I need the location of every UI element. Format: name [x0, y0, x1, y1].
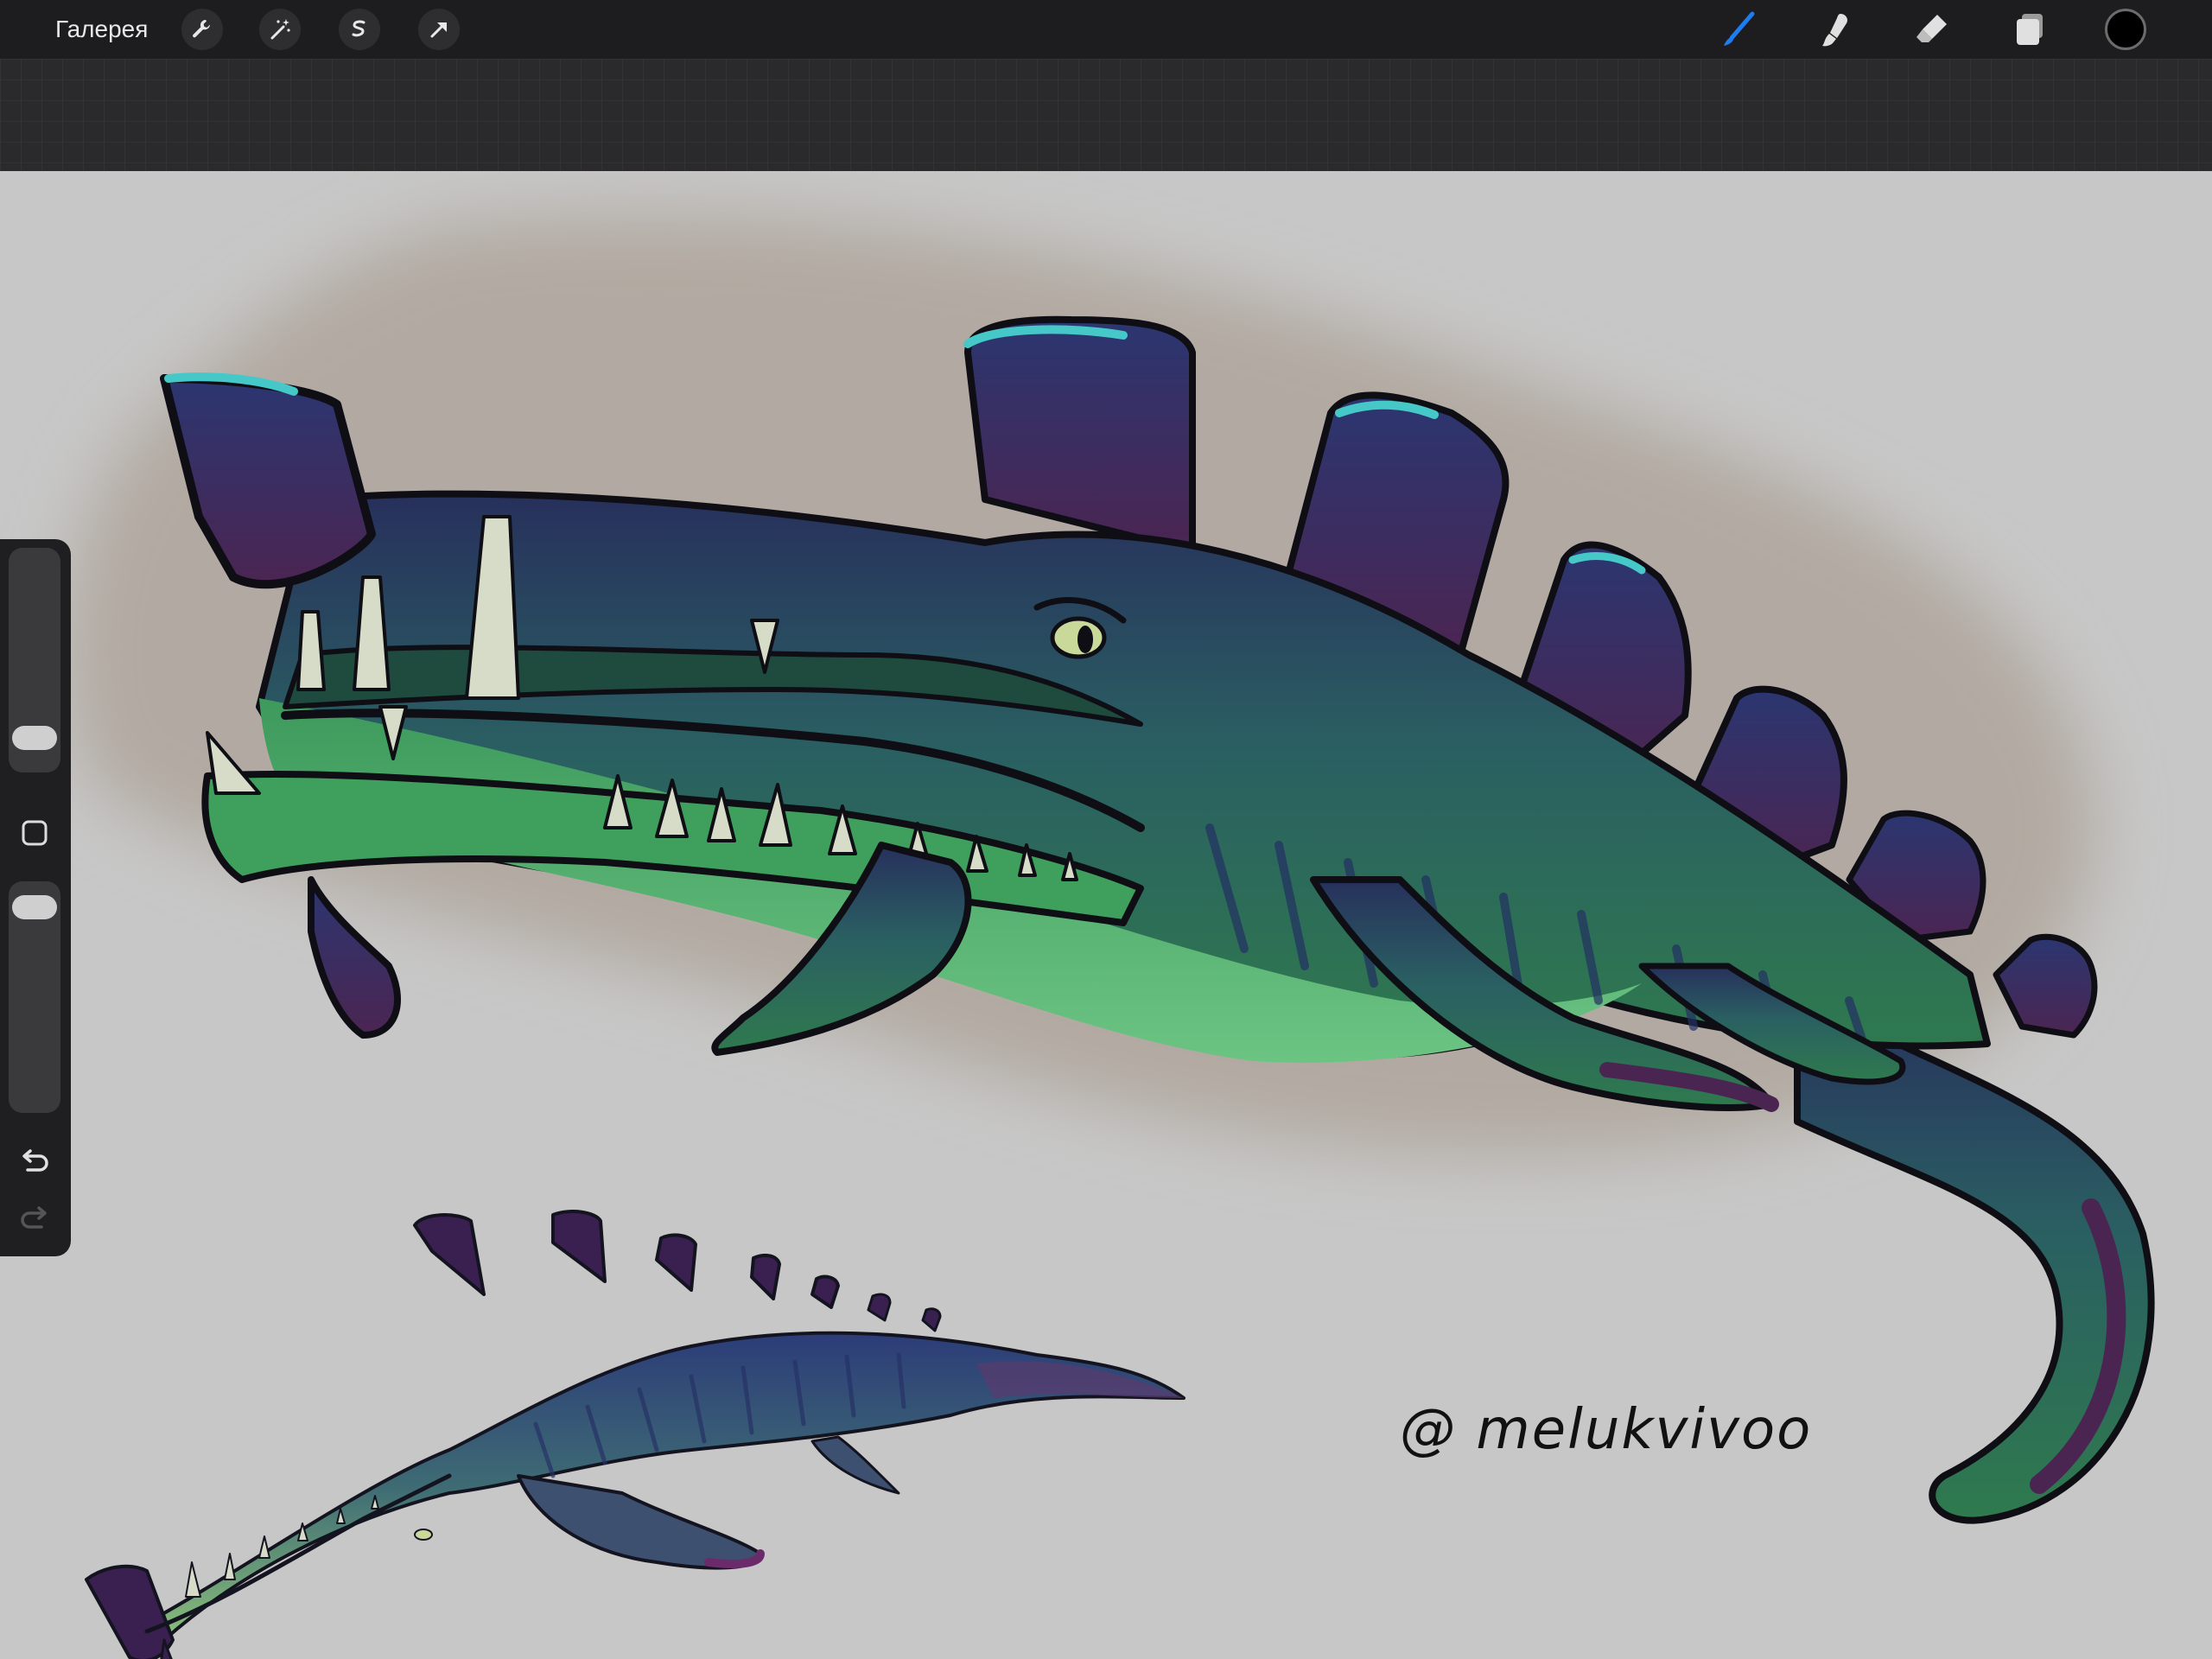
layers-icon	[2017, 14, 2043, 45]
selection-icon	[352, 20, 365, 37]
top-toolbar: Галерея	[0, 0, 2212, 59]
layers-button[interactable]	[2006, 7, 2051, 52]
actions-button[interactable]	[181, 9, 223, 50]
smudge-tool-button[interactable]	[1813, 7, 1858, 52]
canvas-grid-background	[0, 59, 2212, 171]
selection-button[interactable]	[339, 9, 380, 50]
transform-button[interactable]	[418, 9, 460, 50]
wrench-icon	[193, 19, 210, 38]
artist-signature: @ melukvivoo	[1400, 1398, 1813, 1462]
modify-button[interactable]	[14, 812, 55, 854]
brush-size-thumb[interactable]	[12, 725, 57, 750]
color-picker-button[interactable]	[2105, 9, 2146, 50]
redo-button[interactable]	[14, 1198, 55, 1239]
undo-icon	[22, 1149, 48, 1172]
transform-arrow-icon	[430, 22, 447, 38]
artwork	[63, 212, 2155, 1659]
brush-size-slider[interactable]	[9, 548, 60, 772]
square-icon	[22, 820, 48, 846]
small-creature	[85, 1210, 1185, 1659]
brush-icon	[1724, 11, 1755, 46]
magic-wand-icon	[270, 19, 290, 40]
undo-button[interactable]	[14, 1141, 55, 1182]
left-sidebar	[0, 539, 71, 1256]
opacity-slider[interactable]	[9, 881, 60, 1113]
drawing-canvas[interactable]: @ melukvivoo	[0, 171, 2212, 1659]
eraser-icon	[1916, 15, 1947, 42]
adjustments-button[interactable]	[259, 9, 301, 50]
eraser-tool-button[interactable]	[1910, 7, 1955, 52]
brush-tool-button[interactable]	[1716, 7, 1761, 52]
smudge-icon	[1822, 14, 1848, 47]
gallery-button[interactable]: Галерея	[55, 0, 148, 59]
opacity-thumb[interactable]	[12, 894, 57, 919]
redo-icon	[21, 1206, 47, 1229]
